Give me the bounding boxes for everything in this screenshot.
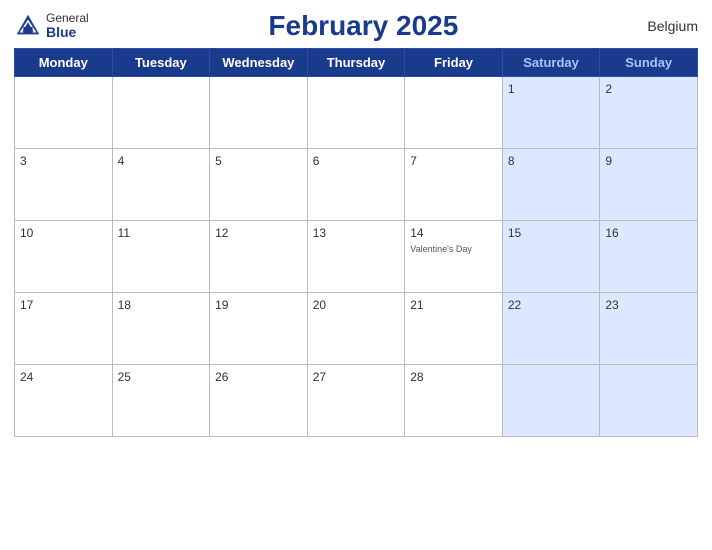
day-cell[interactable] (210, 77, 308, 149)
day-cell[interactable]: 8 (502, 149, 600, 221)
day-number: 8 (508, 154, 515, 168)
logo-icon (14, 12, 42, 40)
day-number: 4 (118, 154, 125, 168)
day-cell[interactable]: 2 (600, 77, 698, 149)
logo-general-label: General (46, 12, 89, 25)
day-number: 15 (508, 226, 521, 240)
day-cell[interactable]: 10 (15, 221, 113, 293)
day-cell[interactable]: 28 (405, 365, 503, 437)
week-row-1: 12 (15, 77, 698, 149)
day-cell[interactable]: 18 (112, 293, 210, 365)
country-label: Belgium (638, 18, 698, 34)
week-row-2: 3 4 5 6 7 8 9 (15, 149, 698, 221)
day-cell[interactable]: 17 (15, 293, 113, 365)
day-cell[interactable]: 21 (405, 293, 503, 365)
day-cell[interactable]: 24 (15, 365, 113, 437)
col-friday: Friday (405, 49, 503, 77)
day-cell[interactable]: 11 (112, 221, 210, 293)
day-cell[interactable]: 6 (307, 149, 405, 221)
day-number: 14 (410, 226, 423, 240)
col-sunday: Sunday (600, 49, 698, 77)
day-number: 1 (508, 82, 515, 96)
day-cell[interactable] (405, 77, 503, 149)
day-cell[interactable]: 14 Valentine's Day (405, 221, 503, 293)
day-number: 11 (118, 226, 130, 240)
day-cell[interactable]: 13 (307, 221, 405, 293)
week-row-3: 10 11 12 13 14 Valentine's Day 15 16 (15, 221, 698, 293)
day-number: 6 (313, 154, 320, 168)
day-number: 2 (605, 82, 612, 96)
day-number: 25 (118, 370, 131, 384)
day-number: 17 (20, 298, 33, 312)
day-number: 7 (410, 154, 417, 168)
calendar-container: Monday Tuesday Wednesday Thursday Friday… (14, 48, 698, 540)
week-row-4: 17 18 19 20 21 22 23 (15, 293, 698, 365)
day-number: 3 (20, 154, 27, 168)
page-header: General Blue February 2025 Belgium (14, 10, 698, 42)
day-cell[interactable]: 26 (210, 365, 308, 437)
calendar-page: General Blue February 2025 Belgium Monda… (0, 0, 712, 550)
day-cell[interactable] (15, 77, 113, 149)
day-number: 26 (215, 370, 228, 384)
day-cell[interactable] (502, 365, 600, 437)
day-number: 10 (20, 226, 33, 240)
day-cell[interactable]: 3 (15, 149, 113, 221)
logo-blue-label: Blue (46, 25, 89, 40)
day-number: 19 (215, 298, 228, 312)
col-monday: Monday (15, 49, 113, 77)
day-cell[interactable] (600, 365, 698, 437)
holiday-label: Valentine's Day (410, 244, 497, 254)
day-number: 18 (118, 298, 131, 312)
calendar-table: Monday Tuesday Wednesday Thursday Friday… (14, 48, 698, 437)
day-cell[interactable]: 7 (405, 149, 503, 221)
day-cell[interactable]: 19 (210, 293, 308, 365)
day-cell[interactable]: 27 (307, 365, 405, 437)
day-cell[interactable]: 15 (502, 221, 600, 293)
day-number: 28 (410, 370, 423, 384)
day-cell[interactable]: 9 (600, 149, 698, 221)
day-cell[interactable]: 4 (112, 149, 210, 221)
day-number: 13 (313, 226, 326, 240)
day-number: 20 (313, 298, 326, 312)
calendar-title: February 2025 (89, 10, 638, 42)
day-number: 24 (20, 370, 33, 384)
header-row: Monday Tuesday Wednesday Thursday Friday… (15, 49, 698, 77)
col-thursday: Thursday (307, 49, 405, 77)
day-number: 9 (605, 154, 612, 168)
week-row-5: 24 25 26 27 28 (15, 365, 698, 437)
col-tuesday: Tuesday (112, 49, 210, 77)
day-number: 12 (215, 226, 228, 240)
day-cell[interactable]: 5 (210, 149, 308, 221)
day-number: 16 (605, 226, 618, 240)
col-saturday: Saturday (502, 49, 600, 77)
logo: General Blue (14, 12, 89, 41)
day-number: 23 (605, 298, 618, 312)
logo-text: General Blue (46, 12, 89, 41)
day-number: 5 (215, 154, 222, 168)
day-cell[interactable] (307, 77, 405, 149)
day-cell[interactable] (112, 77, 210, 149)
day-cell[interactable]: 25 (112, 365, 210, 437)
day-cell[interactable]: 12 (210, 221, 308, 293)
day-cell[interactable]: 22 (502, 293, 600, 365)
day-number: 22 (508, 298, 521, 312)
day-cell[interactable]: 23 (600, 293, 698, 365)
day-number: 21 (410, 298, 423, 312)
day-cell[interactable]: 20 (307, 293, 405, 365)
day-number: 27 (313, 370, 326, 384)
col-wednesday: Wednesday (210, 49, 308, 77)
day-cell[interactable]: 1 (502, 77, 600, 149)
day-cell[interactable]: 16 (600, 221, 698, 293)
